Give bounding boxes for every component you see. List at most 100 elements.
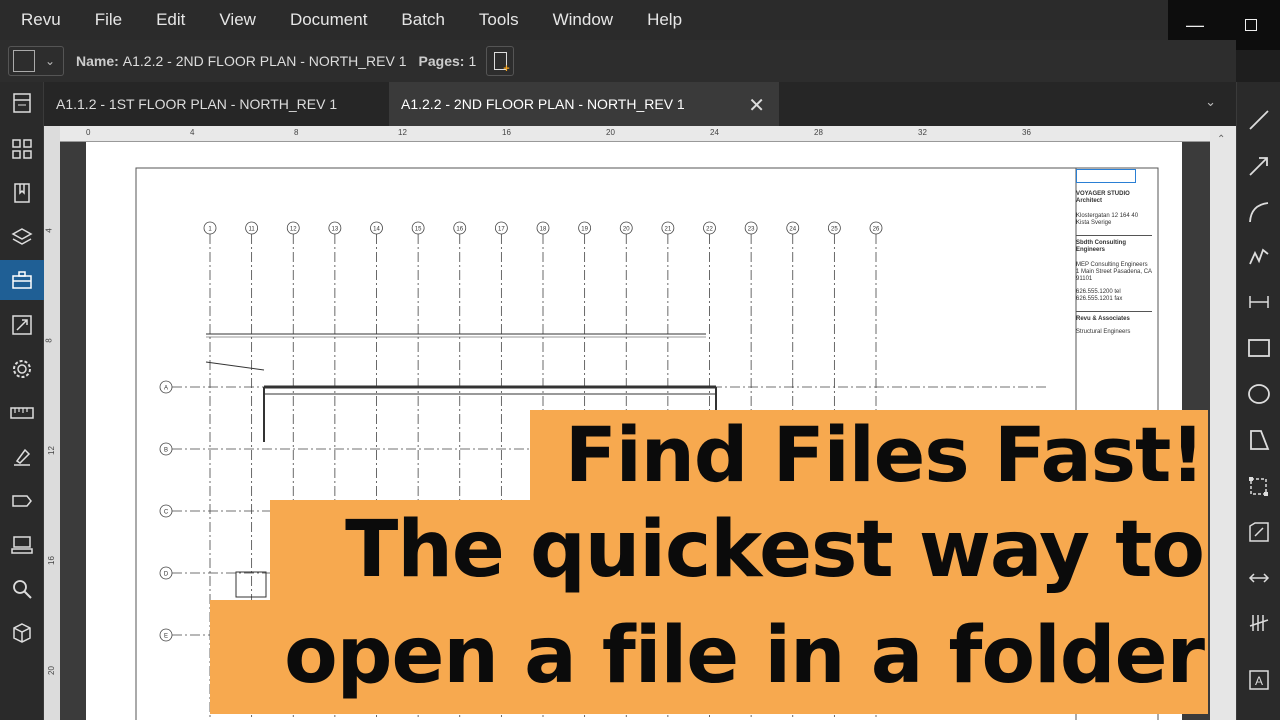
stamp-icon[interactable]	[8, 532, 36, 558]
properties-icon[interactable]	[8, 356, 36, 382]
menu-window[interactable]: Window	[536, 0, 630, 40]
vertical-scrollbar[interactable]: ⌃	[1210, 126, 1236, 720]
vruler-tick: 8	[44, 338, 54, 343]
ruler-tick: 24	[710, 128, 719, 137]
ruler-tick: 28	[814, 128, 823, 137]
length-icon[interactable]	[1245, 564, 1273, 592]
grid-bubble-label: 12	[290, 227, 297, 233]
scroll-up-icon[interactable]: ⌃	[1217, 134, 1225, 145]
vruler-tick: 16	[46, 556, 56, 565]
tab-label: A1.1.2 - 1ST FLOOR PLAN - NORTH_REV 1	[56, 96, 338, 112]
document-toolbar: ⌄ Name: A1.2.2 - 2ND FLOOR PLAN - NORTH_…	[0, 40, 1236, 82]
tab-1st-floor-plan[interactable]: A1.1.2 - 1ST FLOOR PLAN - NORTH_REV 1	[44, 82, 389, 126]
grid-bubble-label: A	[164, 386, 168, 392]
vruler-tick: 20	[46, 666, 56, 675]
layers-icon[interactable]	[8, 224, 36, 250]
polyline-icon[interactable]	[1245, 242, 1273, 270]
thumbnails-icon[interactable]	[8, 136, 36, 162]
tabs-overflow-chevron-icon[interactable]: ⌄	[1205, 94, 1216, 110]
rectangle-icon[interactable]	[1245, 334, 1273, 362]
line-icon[interactable]	[1245, 106, 1273, 134]
menu-batch[interactable]: Batch	[384, 0, 461, 40]
ruler-tick: 0	[86, 128, 91, 137]
grid-bubble-label: E	[164, 634, 168, 640]
grid-bubble-label: 24	[789, 227, 796, 233]
overlay-line-2: The quickest way to	[270, 500, 1208, 600]
menu-help[interactable]: Help	[630, 0, 699, 40]
title-block: VOYAGER STUDIO Architect Klostergatan 12…	[1076, 169, 1152, 429]
grid-bubble-label: B	[164, 448, 168, 454]
overlay-line-3: open a file in a folder	[210, 600, 1208, 714]
grid-bubble-label: 21	[665, 227, 672, 233]
grid-bubble-label: D	[164, 572, 169, 578]
title-block-logo	[1076, 169, 1136, 183]
plus-icon: +	[503, 63, 510, 75]
title-block-phone: 626.555.1200 tel 626.555.1201 fax	[1076, 289, 1123, 302]
title-block-consultant: Sbdth Consulting Engineers	[1076, 235, 1152, 254]
name-label: Name:	[76, 53, 119, 69]
grid-bubble-label: 23	[748, 227, 755, 233]
panels-icon[interactable]	[8, 90, 36, 116]
count-icon[interactable]	[1245, 610, 1273, 638]
maximize-button[interactable]	[1224, 10, 1278, 40]
horizontal-ruler: 0 4 8 12 16 20 24 28 32 36	[60, 126, 1210, 142]
signatures-icon[interactable]	[8, 444, 36, 470]
document-tabs: A1.1.2 - 1ST FLOOR PLAN - NORTH_REV 1 A1…	[44, 82, 1236, 126]
dimension-icon[interactable]	[1245, 288, 1273, 316]
tab-2nd-floor-plan[interactable]: A1.2.2 - 2ND FLOOR PLAN - NORTH_REV 1 ✕	[389, 82, 779, 126]
new-document-button[interactable]: +	[486, 46, 515, 76]
menu-edit[interactable]: Edit	[139, 0, 202, 40]
arc-icon[interactable]	[1245, 198, 1273, 226]
app-window: Revu File Edit View Document Batch Tools…	[0, 0, 1280, 720]
svg-text:A: A	[1255, 674, 1263, 688]
grid-bubble-label: 13	[332, 227, 339, 233]
tab-label: A1.2.2 - 2ND FLOOR PLAN - NORTH_REV 1	[401, 96, 685, 112]
grid-bubble-label: 25	[831, 227, 838, 233]
area-icon[interactable]	[1245, 472, 1273, 500]
search-icon[interactable]	[8, 576, 36, 602]
grid-bubble-label: 11	[249, 227, 256, 233]
left-panel-bar	[0, 82, 44, 720]
overlay-headline: Find Files Fast!	[530, 410, 1208, 500]
markup-tools-bar: A	[1236, 82, 1280, 720]
menu-revu[interactable]: Revu	[0, 0, 78, 40]
ellipse-icon[interactable]	[1245, 380, 1273, 408]
menu-file[interactable]: File	[78, 0, 139, 40]
ruler-tick: 16	[502, 128, 511, 137]
menu-bar: Revu File Edit View Document Batch Tools…	[0, 0, 1168, 40]
menu-tools[interactable]: Tools	[462, 0, 536, 40]
close-icon[interactable]: ✕	[748, 93, 765, 118]
ruler-tick: 12	[398, 128, 407, 137]
menu-view[interactable]: View	[202, 0, 273, 40]
text-box-icon[interactable]: A	[1245, 666, 1273, 694]
measurements-icon[interactable]	[8, 400, 36, 426]
toolbox-icon[interactable]	[0, 260, 44, 300]
studio-icon[interactable]	[8, 312, 36, 338]
title-block-mep: MEP Consulting Engineers 1 Main Street P…	[1076, 262, 1152, 282]
polygon-icon[interactable]	[1245, 426, 1273, 454]
ruler-tick: 32	[918, 128, 927, 137]
document-dropdown-button[interactable]: ⌄	[8, 46, 64, 76]
ruler-tick: 36	[1022, 128, 1031, 137]
minimize-button[interactable]: —	[1168, 10, 1222, 40]
vertical-ruler: 4 8 12 16 20	[44, 126, 60, 720]
grid-bubble-label: 17	[498, 227, 505, 233]
arrow-icon[interactable]	[1245, 152, 1273, 180]
menu-document[interactable]: Document	[273, 0, 384, 40]
ruler-tick: 8	[294, 128, 299, 137]
3d-icon[interactable]	[8, 620, 36, 646]
grid-bubble-label: 14	[373, 227, 380, 233]
ruler-tick: 20	[606, 128, 615, 137]
bookmarks-icon[interactable]	[8, 180, 36, 206]
maximize-icon	[1245, 19, 1257, 31]
cutout-icon[interactable]	[1245, 518, 1273, 546]
title-block-structural: Structural Engineers	[1076, 329, 1131, 335]
grid-bubble-label: C	[164, 510, 169, 516]
document-icon	[13, 50, 35, 72]
title-block-firm: VOYAGER STUDIO Architect	[1076, 191, 1130, 204]
tags-icon[interactable]	[8, 488, 36, 514]
ruler-tick: 4	[190, 128, 195, 137]
chevron-down-icon: ⌄	[45, 54, 56, 68]
pages-label: Pages:	[418, 53, 465, 69]
grid-bubble-label: 22	[706, 227, 713, 233]
